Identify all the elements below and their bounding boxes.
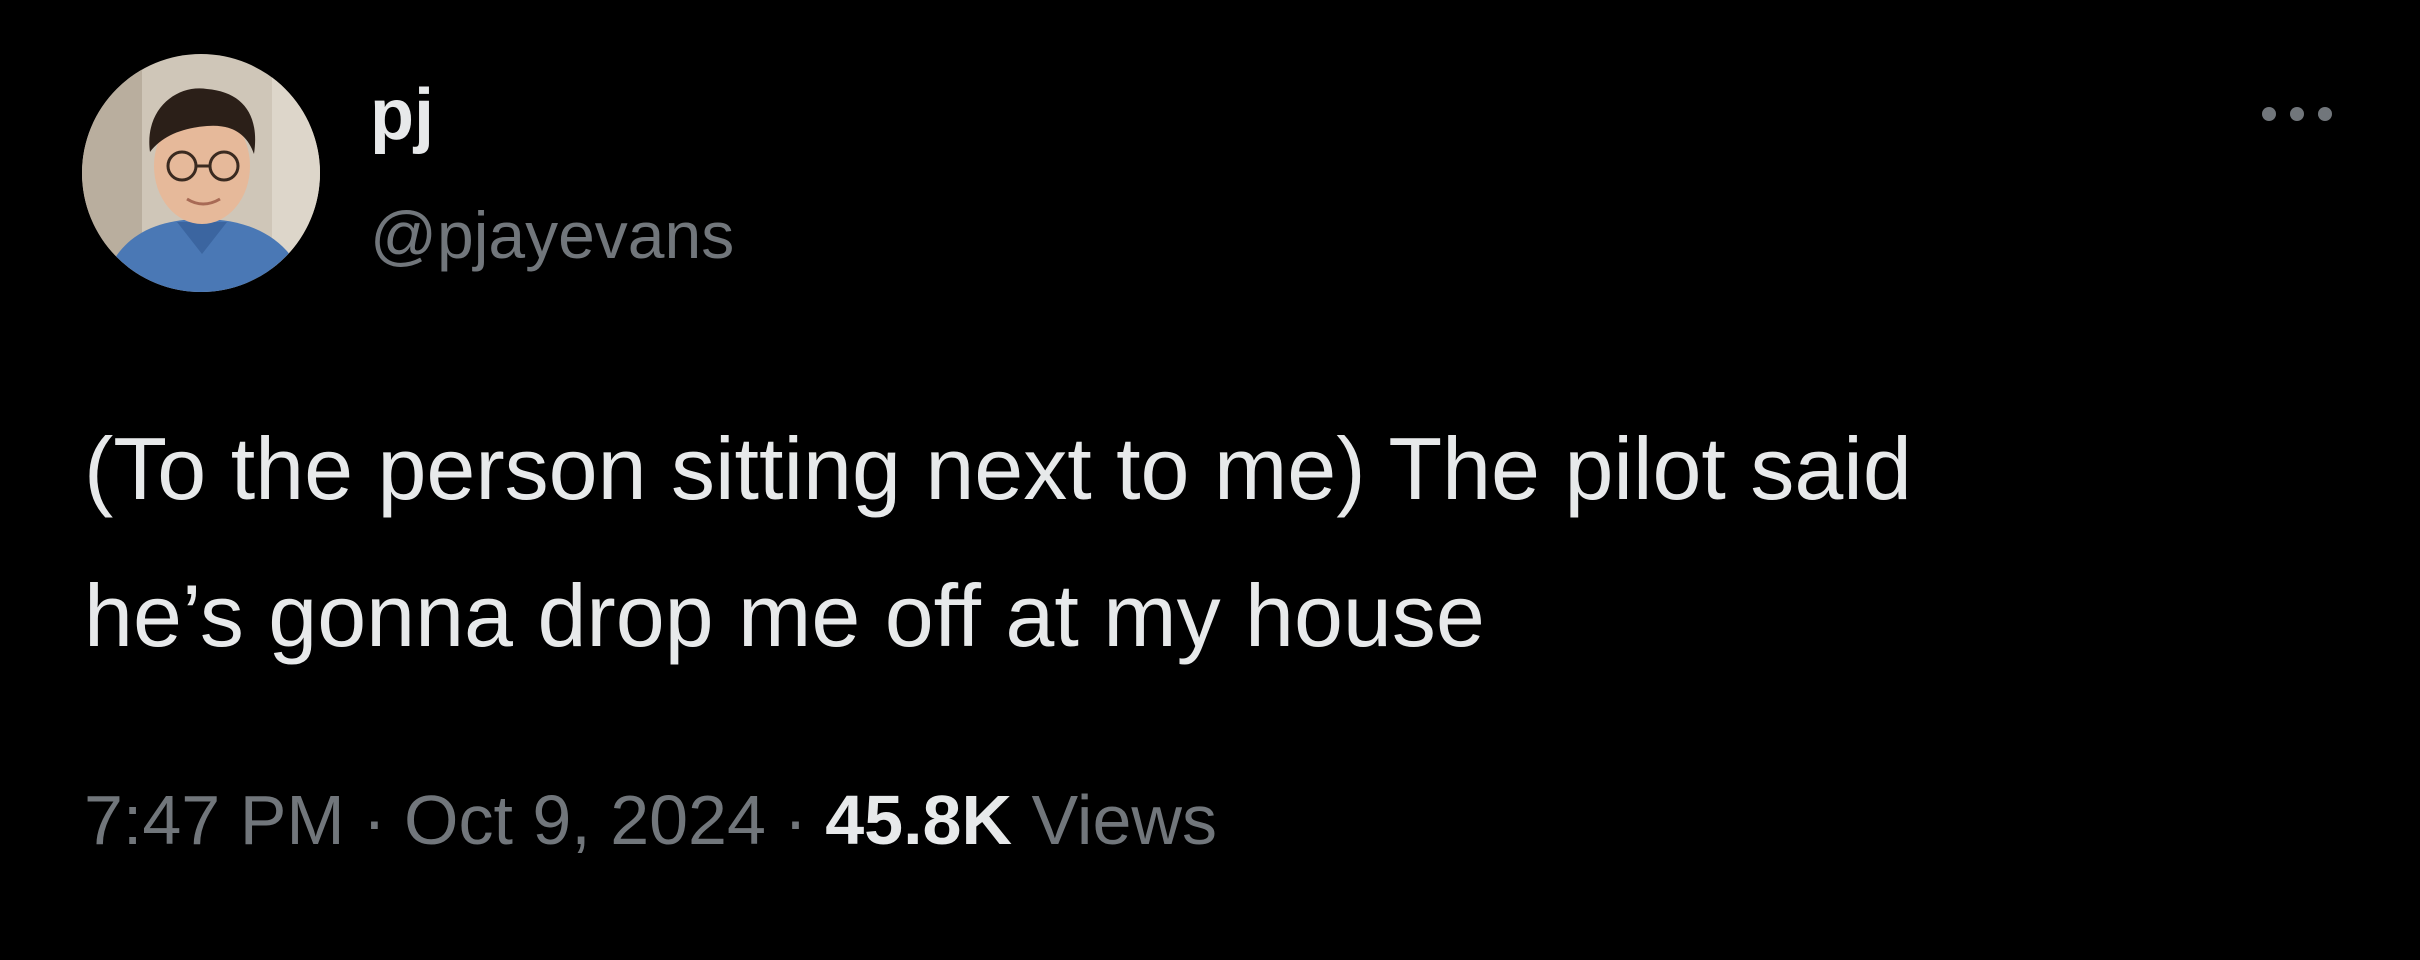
tweet-text: (To the person sitting next to me) The p…: [84, 395, 2384, 689]
author-avatar[interactable]: [82, 54, 320, 292]
tweet-date[interactable]: Oct 9, 2024: [404, 781, 766, 859]
tweet-card: pj @pjayevans (To the person sitting nex…: [0, 0, 2420, 960]
more-options-button[interactable]: [2242, 90, 2352, 138]
more-horizontal-icon: [2290, 107, 2304, 121]
more-horizontal-icon: [2318, 107, 2332, 121]
meta-separator: ·: [783, 781, 808, 859]
author-handle[interactable]: @pjayevans: [370, 190, 734, 280]
avatar-photo: [82, 54, 320, 292]
more-horizontal-icon: [2262, 107, 2276, 121]
tweet-text-line: (To the person sitting next to me) The p…: [84, 419, 1912, 518]
author-display-name[interactable]: pj: [370, 70, 434, 160]
views-label: Views: [1031, 781, 1217, 859]
views-count: 45.8K: [825, 781, 1013, 859]
meta-separator: ·: [362, 781, 387, 859]
tweet-text-line: he’s gonna drop me off at my house: [84, 566, 1485, 665]
tweet-metadata: 7:47 PM · Oct 9, 2024 · 45.8K Views: [84, 770, 1217, 870]
tweet-time[interactable]: 7:47 PM: [84, 781, 345, 859]
